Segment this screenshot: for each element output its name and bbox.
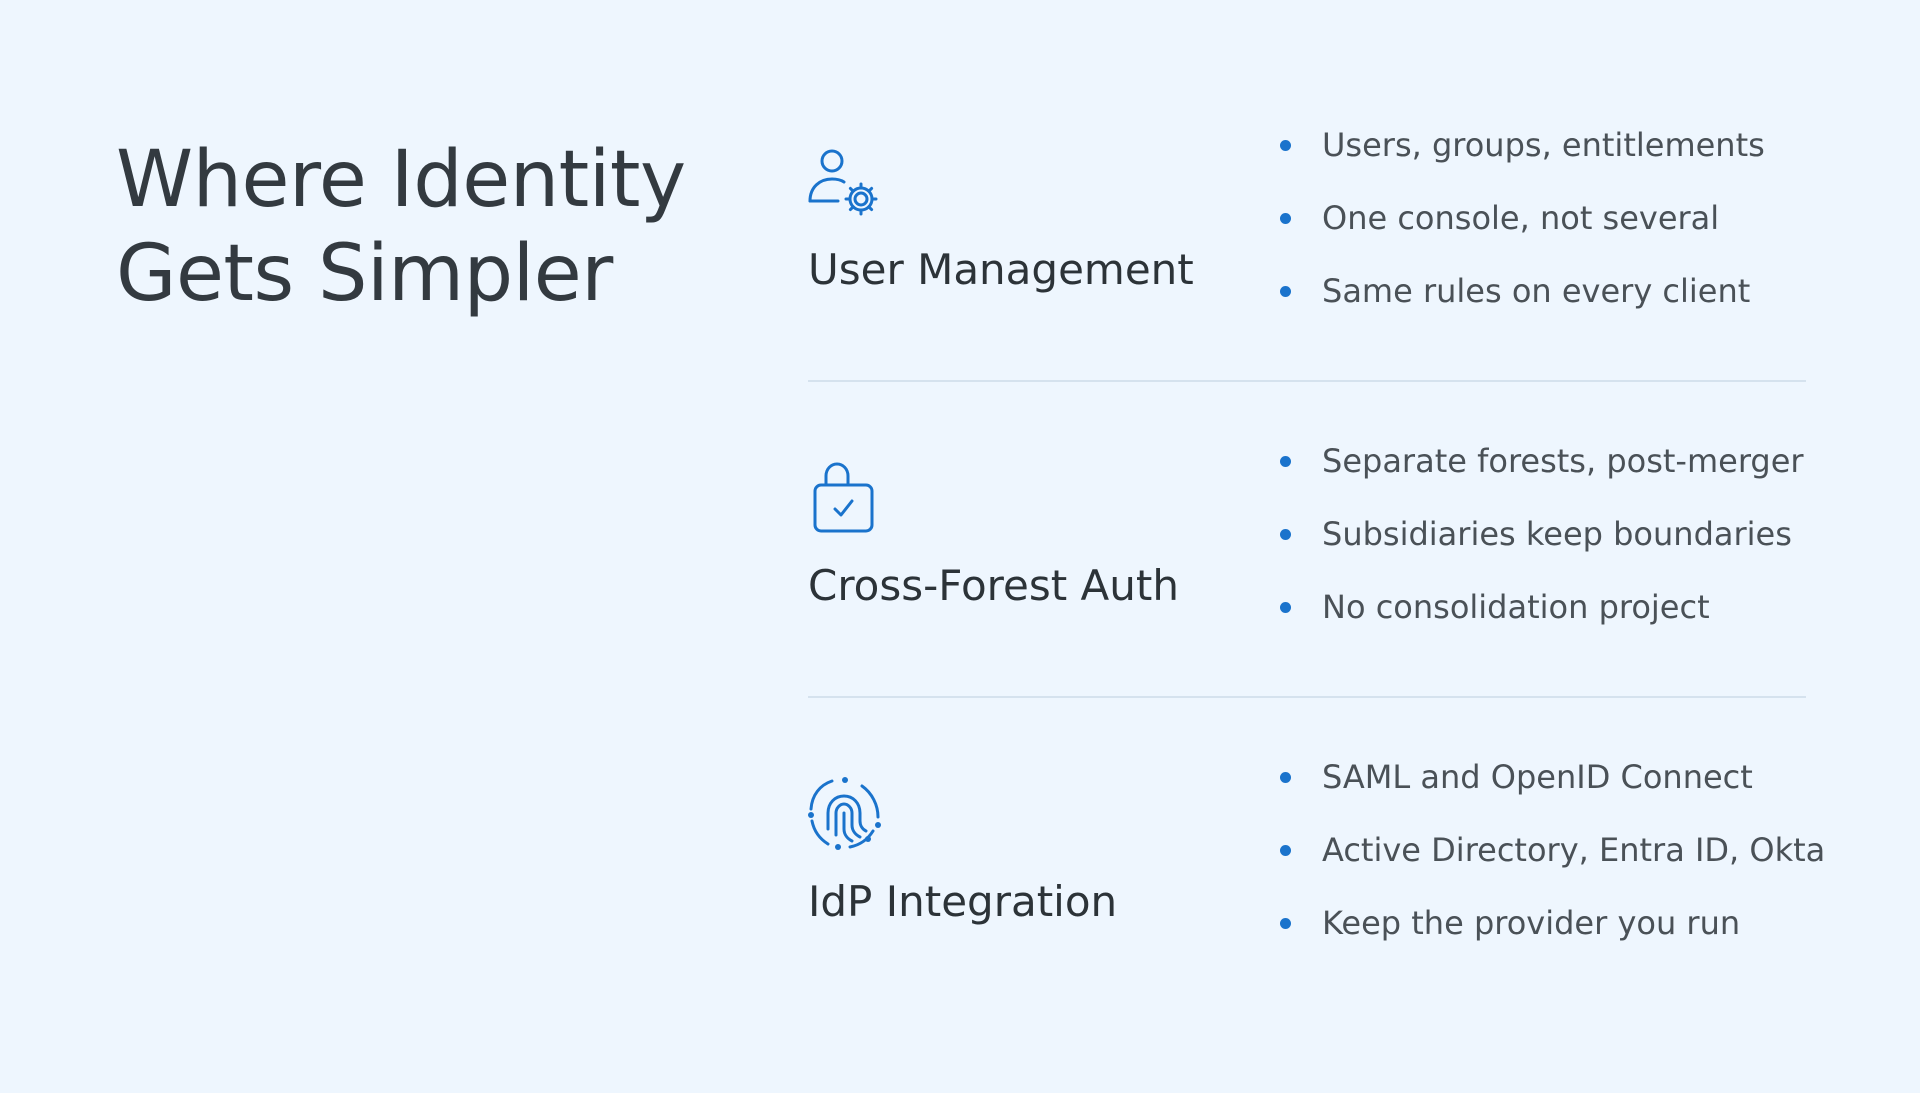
list-item-text: Same rules on every client [1322,272,1751,310]
list-item: One console, not several [1280,198,1765,271]
section-divider [808,380,1806,382]
list-item-text: Subsidiaries keep boundaries [1322,515,1792,553]
list-item-text: No consolidation project [1322,588,1710,626]
list-item-text: Separate forests, post-merger [1322,442,1804,480]
section-user-management: User Management Users, groups, entitleme… [808,126,1806,461]
page-title-line-1: Where Identity [116,135,686,225]
list-item-text: One console, not several [1322,199,1720,237]
section-cross-forest-auth: Cross-Forest Auth Separate forests, post… [808,442,1806,777]
bullet-list: SAML and OpenID Connect Active Directory… [1280,757,1825,976]
bullet-dot [1280,918,1291,929]
fingerprint-icon [808,777,882,851]
bullet-dot [1280,286,1291,297]
page-title: Where Identity Gets Simpler [116,133,736,321]
bullet-dot [1280,529,1291,540]
bullet-list: Separate forests, post-merger Subsidiari… [1280,441,1804,660]
list-item: Same rules on every client [1280,271,1765,344]
section-heading: Cross-Forest Auth [808,561,1179,610]
list-item: Active Directory, Entra ID, Okta [1280,830,1825,903]
section-heading: IdP Integration [808,877,1118,926]
bullet-dot [1280,456,1291,467]
bullet-list: Users, groups, entitlements One console,… [1280,125,1765,344]
list-item: No consolidation project [1280,587,1804,660]
list-item: Subsidiaries keep boundaries [1280,514,1804,587]
section-divider [808,696,1806,698]
bullet-dot [1280,845,1291,856]
list-item: Keep the provider you run [1280,903,1825,976]
bullet-dot [1280,772,1291,783]
list-item-text: Active Directory, Entra ID, Okta [1322,831,1826,869]
section-heading: User Management [808,245,1194,294]
bullet-dot [1280,140,1291,151]
bullet-dot [1280,602,1291,613]
list-item-text: Keep the provider you run [1322,904,1741,942]
list-item: Separate forests, post-merger [1280,441,1804,514]
list-item-text: Users, groups, entitlements [1322,126,1765,164]
page-title-line-2: Gets Simpler [116,229,613,319]
bullet-dot [1280,213,1291,224]
list-item-text: SAML and OpenID Connect [1322,758,1753,796]
section-idp-integration: IdP Integration SAML and OpenID Connect … [808,758,1825,1093]
list-item: SAML and OpenID Connect [1280,757,1825,830]
lock-check-icon [808,461,882,535]
list-item: Users, groups, entitlements [1280,125,1765,198]
user-gear-icon [808,145,882,219]
